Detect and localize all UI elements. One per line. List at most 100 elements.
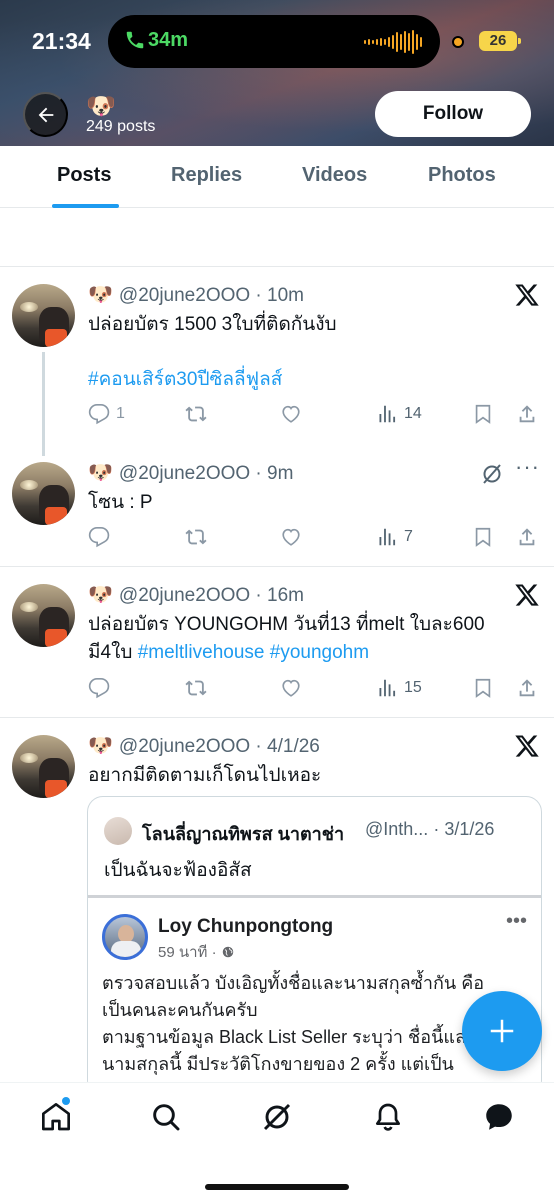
post-meta: 🐶 @20june2OOO · 10m xyxy=(88,284,305,306)
divider xyxy=(0,717,554,718)
home-indicator xyxy=(205,1184,349,1190)
compose-post-button[interactable] xyxy=(462,991,542,1071)
follow-button[interactable]: Follow xyxy=(375,91,531,137)
divider xyxy=(0,266,554,267)
x-logo-icon xyxy=(515,584,539,606)
bookmark-button[interactable] xyxy=(472,402,494,426)
like-button[interactable] xyxy=(280,525,302,549)
reply-button[interactable] xyxy=(88,525,110,549)
tab-replies[interactable]: Replies xyxy=(171,164,242,187)
search-icon xyxy=(153,1104,180,1131)
author-emoji: 🐶 xyxy=(88,735,113,757)
post-actions: 15 xyxy=(88,676,540,700)
fb-text-line: ตรวจสอบแล้ว บังเอิญทั้งชื่อและนามสกุลซ้ำ… xyxy=(102,973,485,993)
like-button[interactable] xyxy=(280,676,302,700)
fb-post-text: ตรวจสอบแล้ว บังเอิญทั้งชื่อและนามสกุลซ้ำ… xyxy=(102,970,522,1078)
repost-icon xyxy=(185,529,207,545)
hashtag-link[interactable]: #youngohm xyxy=(270,642,369,663)
quoted-handle: @Inth... xyxy=(365,819,429,839)
post-item[interactable]: 🐶 @20june2OOO · 4/1/26 อยากมีติดตามเก็โดน… xyxy=(0,731,554,798)
bell-icon xyxy=(376,1103,400,1131)
avatar[interactable] xyxy=(12,584,75,647)
divider xyxy=(0,566,554,567)
grok-icon xyxy=(263,1103,291,1131)
views-button[interactable]: 14 xyxy=(376,402,422,426)
avatar[interactable] xyxy=(12,462,75,525)
post-text: โซน : P xyxy=(88,492,153,513)
bookmark-button[interactable] xyxy=(472,525,494,549)
phone-icon xyxy=(126,31,144,49)
post-text: มี4ใบ xyxy=(88,642,133,663)
nav-notifications[interactable] xyxy=(370,1099,406,1135)
repost-button[interactable] xyxy=(185,676,207,700)
more-options-icon: ••• xyxy=(505,910,527,932)
author-emoji: 🐶 xyxy=(88,584,113,606)
dynamic-island[interactable]: 34m xyxy=(108,15,440,68)
repost-button[interactable] xyxy=(185,402,207,426)
author-emoji: 🐶 xyxy=(88,284,113,306)
share-icon xyxy=(519,405,535,423)
tab-videos[interactable]: Videos xyxy=(302,164,367,187)
battery-indicator: 26 xyxy=(479,31,521,51)
fb-text-line: นามสกุลนี้ มีประวัติโกงขายของ 2 ครั้ง แต… xyxy=(102,1054,454,1074)
share-button[interactable] xyxy=(516,525,538,549)
post-text: อยากมีติดตามเก็โดนไปเหอะ xyxy=(88,765,322,786)
post-item[interactable]: 🐶 @20june2OOO · 10m ปล่อยบัตร 1500 3ใบที่… xyxy=(0,280,554,456)
hashtag-link[interactable]: #คอนเสิร์ต30ปีซิลลี่ฟูลส์ xyxy=(88,365,528,394)
repost-button[interactable] xyxy=(185,525,207,549)
fb-text-line: ตามฐานข้อมูล Black List Seller ระบุว่า ช… xyxy=(102,1027,476,1047)
reply-button[interactable] xyxy=(88,676,110,700)
notification-dot xyxy=(62,1097,70,1105)
home-icon xyxy=(42,1103,70,1131)
fb-time-text: 59 นาที · xyxy=(158,944,217,961)
reply-icon xyxy=(88,678,110,699)
heart-icon xyxy=(282,679,300,697)
bottom-navigation xyxy=(0,1082,554,1200)
nav-home[interactable] xyxy=(38,1099,74,1135)
bookmark-button[interactable] xyxy=(472,676,494,700)
views-button[interactable]: 15 xyxy=(376,676,422,700)
hashtag-link[interactable]: #meltlivehouse xyxy=(138,642,265,663)
audio-waveform-icon xyxy=(364,30,422,54)
avatar[interactable] xyxy=(12,735,75,798)
back-button[interactable] xyxy=(23,92,68,137)
tab-photos[interactable]: Photos xyxy=(428,164,496,187)
nav-grok[interactable] xyxy=(259,1099,295,1135)
fb-author-name: Loy Chunpongtong xyxy=(158,916,334,937)
author-handle[interactable]: @20june2OOO xyxy=(119,285,250,306)
post-time: 10m xyxy=(267,285,305,306)
view-count: 14 xyxy=(404,405,422,422)
post-meta: 🐶 @20june2OOO · 9m xyxy=(88,462,294,484)
nav-messages[interactable] xyxy=(481,1099,517,1135)
recording-indicator-icon xyxy=(452,36,464,48)
x-logo-icon xyxy=(515,735,539,757)
quoted-text: เป็นฉันจะฟ้องอิสัส xyxy=(104,860,252,881)
heart-icon xyxy=(282,405,300,423)
share-button[interactable] xyxy=(516,402,538,426)
like-button[interactable] xyxy=(280,402,302,426)
post-count: 249 posts xyxy=(86,118,156,135)
repost-icon xyxy=(185,680,207,696)
avatar[interactable] xyxy=(12,284,75,347)
author-handle[interactable]: @20june2OOO xyxy=(119,736,250,757)
analytics-icon xyxy=(379,528,396,546)
status-time: 21:34 xyxy=(32,28,91,54)
post-item[interactable]: 🐶 @20june2OOO · 16m ปล่อยบัตร YOUNGOHM วั… xyxy=(0,580,554,710)
reply-icon xyxy=(88,527,110,548)
tab-posts[interactable]: Posts xyxy=(57,164,111,187)
post-item[interactable]: 🐶 @20june2OOO · 9m ··· โซน : P 7 xyxy=(0,454,554,558)
quoted-image[interactable]: Loy Chunpongtong 59 นาที · ••• ตรวจสอบแล… xyxy=(88,895,541,1095)
author-handle[interactable]: @20june2OOO xyxy=(119,463,250,484)
x-logo-icon xyxy=(515,284,539,306)
more-options-icon[interactable]: ··· xyxy=(515,454,540,480)
views-button[interactable]: 7 xyxy=(376,525,413,549)
profile-name-emoji: 🐶 xyxy=(86,93,116,120)
share-button[interactable] xyxy=(516,676,538,700)
nav-search[interactable] xyxy=(148,1099,184,1135)
reply-button[interactable]: 1 xyxy=(88,402,125,426)
reply-icon xyxy=(88,404,110,425)
fb-text-line: เป็นคนละคนกันครับ xyxy=(102,1000,258,1020)
grok-icon[interactable] xyxy=(480,462,504,486)
author-handle[interactable]: @20june2OOO xyxy=(119,585,250,606)
analytics-icon xyxy=(379,405,396,423)
